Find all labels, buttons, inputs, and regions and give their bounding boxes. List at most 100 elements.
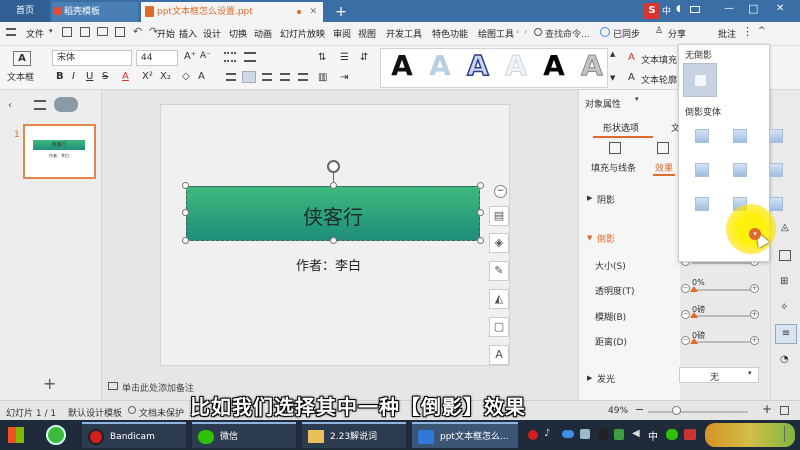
preview-icon[interactable] [115, 27, 125, 37]
notes-placeholder[interactable]: 单击此处添加备注 [122, 381, 194, 394]
gallery-down-icon[interactable]: ▼ [610, 74, 615, 82]
reflection-section[interactable]: 倒影 [597, 232, 615, 245]
rotate-handle-icon[interactable] [327, 160, 340, 173]
strikethrough-button[interactable]: S [102, 70, 108, 84]
clear-format-icon[interactable]: ◇ [182, 70, 190, 84]
blur-slider-thumb[interactable] [690, 312, 698, 318]
textbox-button[interactable]: 文本框 [7, 71, 34, 85]
text-outline-icon[interactable]: A [628, 72, 635, 83]
save-icon[interactable] [62, 27, 72, 37]
fit-window-icon[interactable] [780, 406, 789, 415]
distance-slider-thumb[interactable] [690, 338, 698, 344]
reflection-variant-1[interactable] [695, 129, 709, 143]
font-family-select[interactable]: 宋体 [52, 50, 132, 66]
collapse-panel-icon[interactable]: ‹ [8, 100, 12, 111]
reflection-variant-3[interactable] [769, 129, 783, 143]
size-slider[interactable] [692, 262, 752, 264]
slide-author[interactable]: 作者：李白 [296, 255, 361, 274]
distribute-icon[interactable] [298, 73, 308, 81]
menu-home[interactable]: 开始 [157, 27, 175, 40]
menu-developer[interactable]: 开发工具 [386, 27, 422, 40]
text-shadow-icon[interactable]: A [198, 70, 205, 84]
zoom-slider[interactable] [648, 411, 748, 413]
text-outline-button[interactable]: 文本轮廓 [641, 73, 677, 86]
outline-icon[interactable]: ▢ [489, 317, 509, 337]
tray-wechat-icon[interactable] [666, 429, 678, 440]
layers-icon[interactable]: ◈ [489, 233, 509, 253]
effect-tab[interactable]: 效果 [655, 161, 673, 174]
tray-volume-icon[interactable]: ◀ [632, 428, 640, 439]
pen-icon[interactable]: ✎ [489, 261, 509, 281]
menu-insert[interactable]: 插入 [179, 27, 197, 40]
table-icon[interactable] [779, 250, 791, 261]
distance-increase-button[interactable]: + [750, 336, 759, 345]
resize-handle-nw[interactable] [182, 182, 189, 189]
reflection-variant-5[interactable] [733, 163, 747, 177]
menu-design[interactable]: 设计 [203, 27, 221, 40]
textbox-icon[interactable]: A [13, 51, 31, 66]
undo-icon[interactable]: ↶ [133, 25, 142, 38]
underline-button[interactable]: U [86, 70, 93, 84]
taskbar-folder[interactable]: 2.23解说词 [302, 422, 406, 448]
menu-view[interactable]: 视图 [358, 27, 376, 40]
reflection-variant-6[interactable] [769, 163, 783, 177]
tab-templates[interactable]: 稻壳模板 [52, 2, 138, 22]
hamburger-icon[interactable] [6, 28, 16, 36]
bullet-list-icon[interactable] [224, 52, 236, 62]
font-color-button[interactable]: A [122, 70, 129, 84]
comment-button[interactable]: 批注 [718, 27, 736, 40]
text-direction-icon[interactable]: ⇅ [318, 52, 326, 63]
properties-toggle-icon[interactable]: ≡ [775, 324, 797, 344]
tab-shape-options[interactable]: 形状选项 [603, 121, 639, 134]
input-lang-icon[interactable]: 中 [662, 4, 671, 17]
resize-handle-ne[interactable] [477, 182, 484, 189]
new-tab-button[interactable]: + [332, 2, 350, 22]
paint-icon[interactable]: ◬ [781, 222, 789, 233]
gallery-up-icon[interactable]: ▲ [610, 50, 615, 58]
protection-status[interactable]: 文档未保护 [139, 406, 184, 419]
tray-network-icon[interactable] [580, 429, 590, 439]
reflection-variant-4[interactable] [695, 163, 709, 177]
columns-icon[interactable]: ▥ [318, 72, 327, 83]
start-menu-icon[interactable] [8, 427, 24, 443]
taskbar-wechat[interactable]: 微信 [192, 422, 296, 448]
menu-scroll-right-icon[interactable]: › [524, 27, 527, 36]
superscript-button[interactable]: X² [142, 70, 153, 84]
text-fill-icon[interactable]: A [628, 52, 635, 63]
tray-shield-icon[interactable] [614, 429, 624, 440]
align-center-icon[interactable] [242, 71, 256, 83]
tray-qq-icon[interactable] [598, 428, 608, 440]
wordart-style-faint[interactable]: A [500, 49, 532, 82]
line-spacing-icon[interactable]: ☰ [340, 52, 349, 63]
reflection-variant-2[interactable] [733, 129, 747, 143]
transparency-decrease-button[interactable]: − [681, 284, 690, 293]
file-menu[interactable]: 文件 [26, 27, 44, 40]
menu-drawing-tools[interactable]: 绘图工具 [478, 27, 514, 40]
taskbar-wps[interactable]: ppt文本框怎么... [412, 422, 518, 448]
resize-handle-se[interactable] [477, 237, 484, 244]
taskbar-bandicam[interactable]: Bandicam [82, 422, 186, 448]
reflection-variant-7[interactable] [695, 197, 709, 211]
add-slide-button[interactable]: + [43, 374, 56, 393]
effect-icon[interactable] [657, 142, 669, 154]
wordart-style-bold-black[interactable]: A [538, 50, 570, 82]
tray-ime-icon[interactable] [684, 429, 696, 440]
export-icon[interactable] [80, 27, 90, 37]
grow-font-icon[interactable]: A⁺ [184, 51, 196, 62]
indent-icon[interactable]: ⇥ [340, 72, 348, 83]
slide-title[interactable]: 侠客行 [187, 201, 479, 230]
tray-bell-icon[interactable]: ♪ [544, 428, 550, 439]
resize-handle-e[interactable] [477, 209, 484, 216]
wordart-style-outline-blue[interactable]: A [462, 49, 494, 83]
no-reflection-option[interactable] [683, 63, 717, 97]
fill-line-icon[interactable] [609, 142, 621, 154]
resize-handle-sw[interactable] [182, 237, 189, 244]
search-icon[interactable] [534, 28, 542, 36]
tray-action-center-icon[interactable] [784, 426, 796, 442]
tray-lang[interactable]: 中 [648, 428, 658, 443]
zoom-slider-thumb[interactable] [672, 406, 681, 415]
minimize-button[interactable]: — [724, 3, 734, 14]
maximize-button[interactable]: □ [748, 2, 758, 15]
title-textbox[interactable]: 侠客行 [186, 186, 480, 241]
transparency-slider[interactable] [692, 289, 752, 291]
